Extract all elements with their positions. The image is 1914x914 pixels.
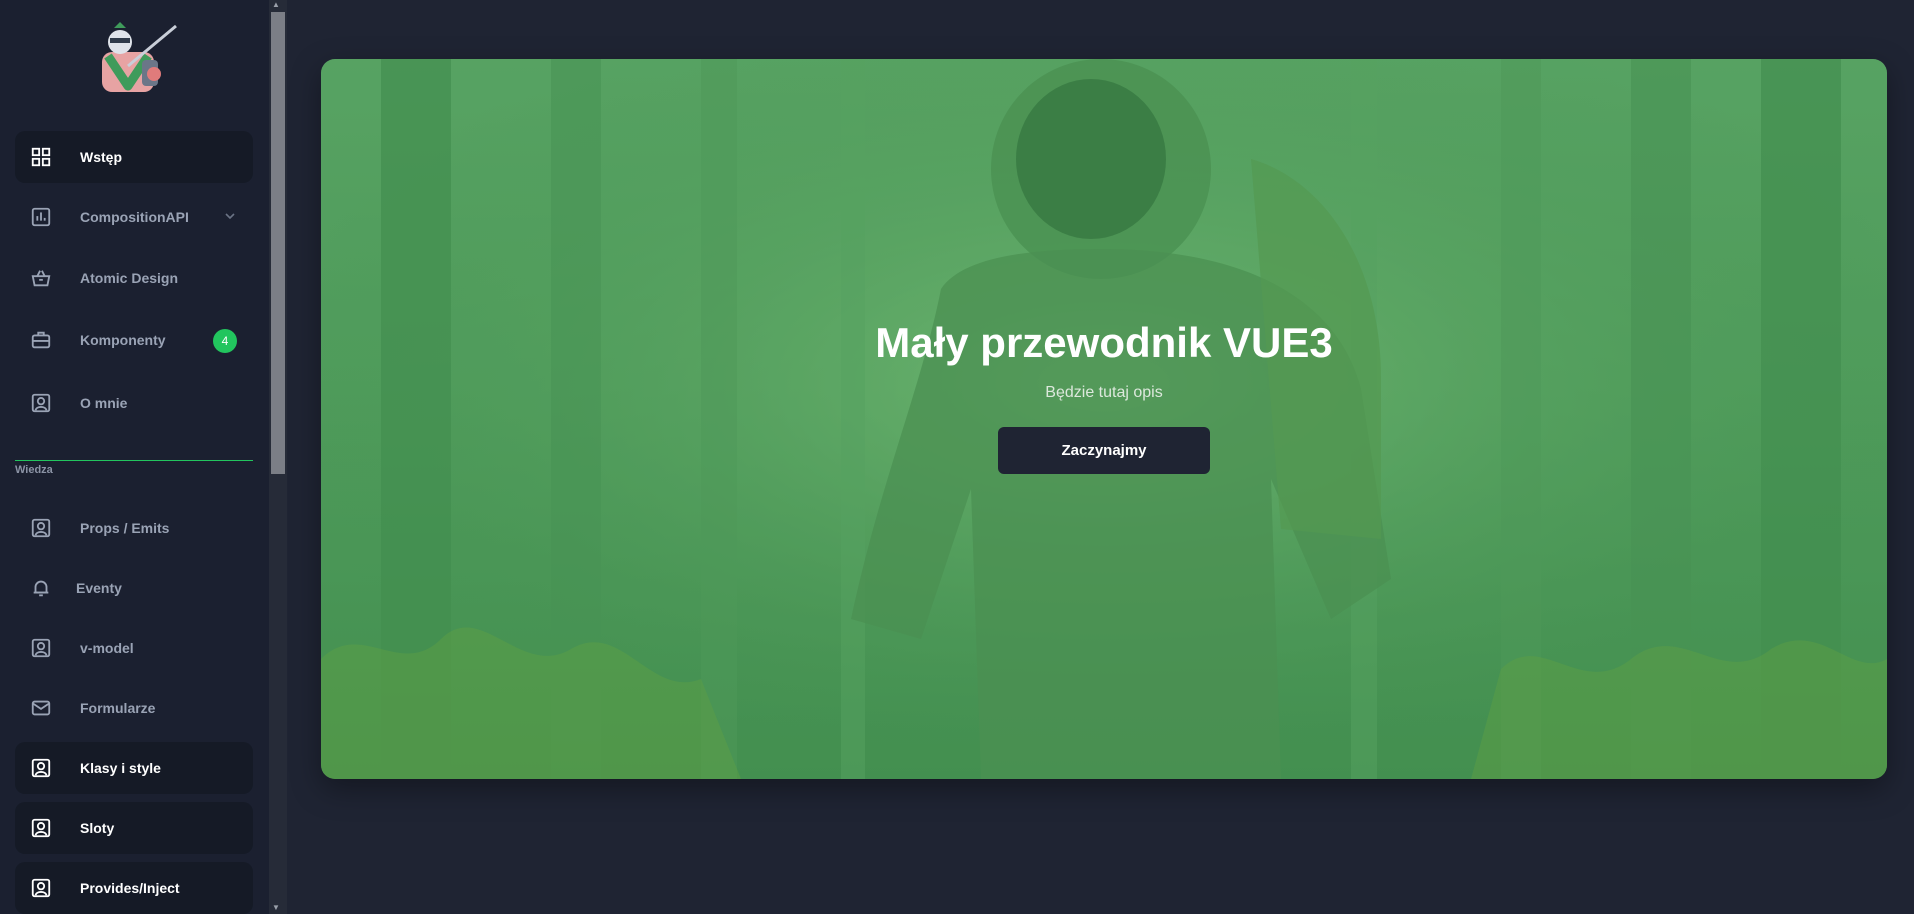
sidebar-item-props-emits[interactable]: Props / Emits [15,502,253,554]
sidebar-item-label: Formularze [80,700,156,716]
user-square-icon [29,391,53,415]
hero-banner: Mały przewodnik VUE3 Będzie tutaj opis Z… [321,59,1887,779]
sidebar: Wstęp CompositionAPI Atomic Design Kompo… [0,0,269,914]
chevron-down-icon[interactable] [223,209,237,223]
mail-icon [29,696,53,720]
sidebar-item-label: v-model [80,640,134,656]
user-square-icon [29,756,53,780]
scroll-down-arrow-icon[interactable]: ▼ [272,903,280,912]
count-badge: 4 [213,329,237,353]
scrollbar-thumb[interactable] [271,12,285,474]
bell-icon [29,576,53,600]
sidebar-item-label: CompositionAPI [80,209,189,225]
sidebar-item-label: Klasy i style [80,760,161,776]
sidebar-item-wstep[interactable]: Wstęp [15,131,253,183]
sidebar-item-compositionapi[interactable]: CompositionAPI [15,191,253,243]
user-square-icon [29,816,53,840]
sidebar-item-label: O mnie [80,395,128,411]
sidebar-item-provides-inject[interactable]: Provides/Inject [15,862,253,914]
user-square-icon [29,636,53,660]
sidebar-item-label: Wstęp [80,149,122,165]
scroll-up-arrow-icon[interactable]: ▲ [272,0,280,9]
sidebar-item-sloty[interactable]: Sloty [15,802,253,854]
sidebar-item-v-model[interactable]: v-model [15,622,253,674]
user-square-icon [29,516,53,540]
sidebar-item-label: Eventy [76,580,122,596]
hero-subtitle: Będzie tutaj opis [1045,384,1163,401]
section-divider [15,460,253,461]
hero-title: Mały przewodnik VUE3 [875,319,1333,366]
user-square-icon [29,876,53,900]
briefcase-icon [29,328,53,352]
sidebar-item-formularze[interactable]: Formularze [15,682,253,734]
sidebar-item-atomic-design[interactable]: Atomic Design [15,252,253,304]
sidebar-item-komponenty[interactable]: Komponenty 4 [15,314,253,366]
forest-astronaut-image [321,59,1887,779]
sidebar-item-o-mnie[interactable]: O mnie [15,377,253,429]
sidebar-item-label: Sloty [80,820,115,836]
sidebar-item-label: Atomic Design [80,270,179,286]
sidebar-item-eventy[interactable]: Eventy [15,562,253,614]
bar-chart-icon [29,205,53,229]
sidebar-item-label: Komponenty [80,332,166,348]
grid-icon [29,145,53,169]
sidebar-item-label: Props / Emits [80,520,170,536]
sidebar-item-klasy-i-style[interactable]: Klasy i style [15,742,253,794]
basket-icon [29,266,53,290]
sidebar-item-label: Provides/Inject [80,880,180,896]
start-button[interactable]: Zaczynajmy [998,427,1210,474]
section-label-wiedza: Wiedza [15,464,53,476]
logo[interactable] [98,22,178,96]
